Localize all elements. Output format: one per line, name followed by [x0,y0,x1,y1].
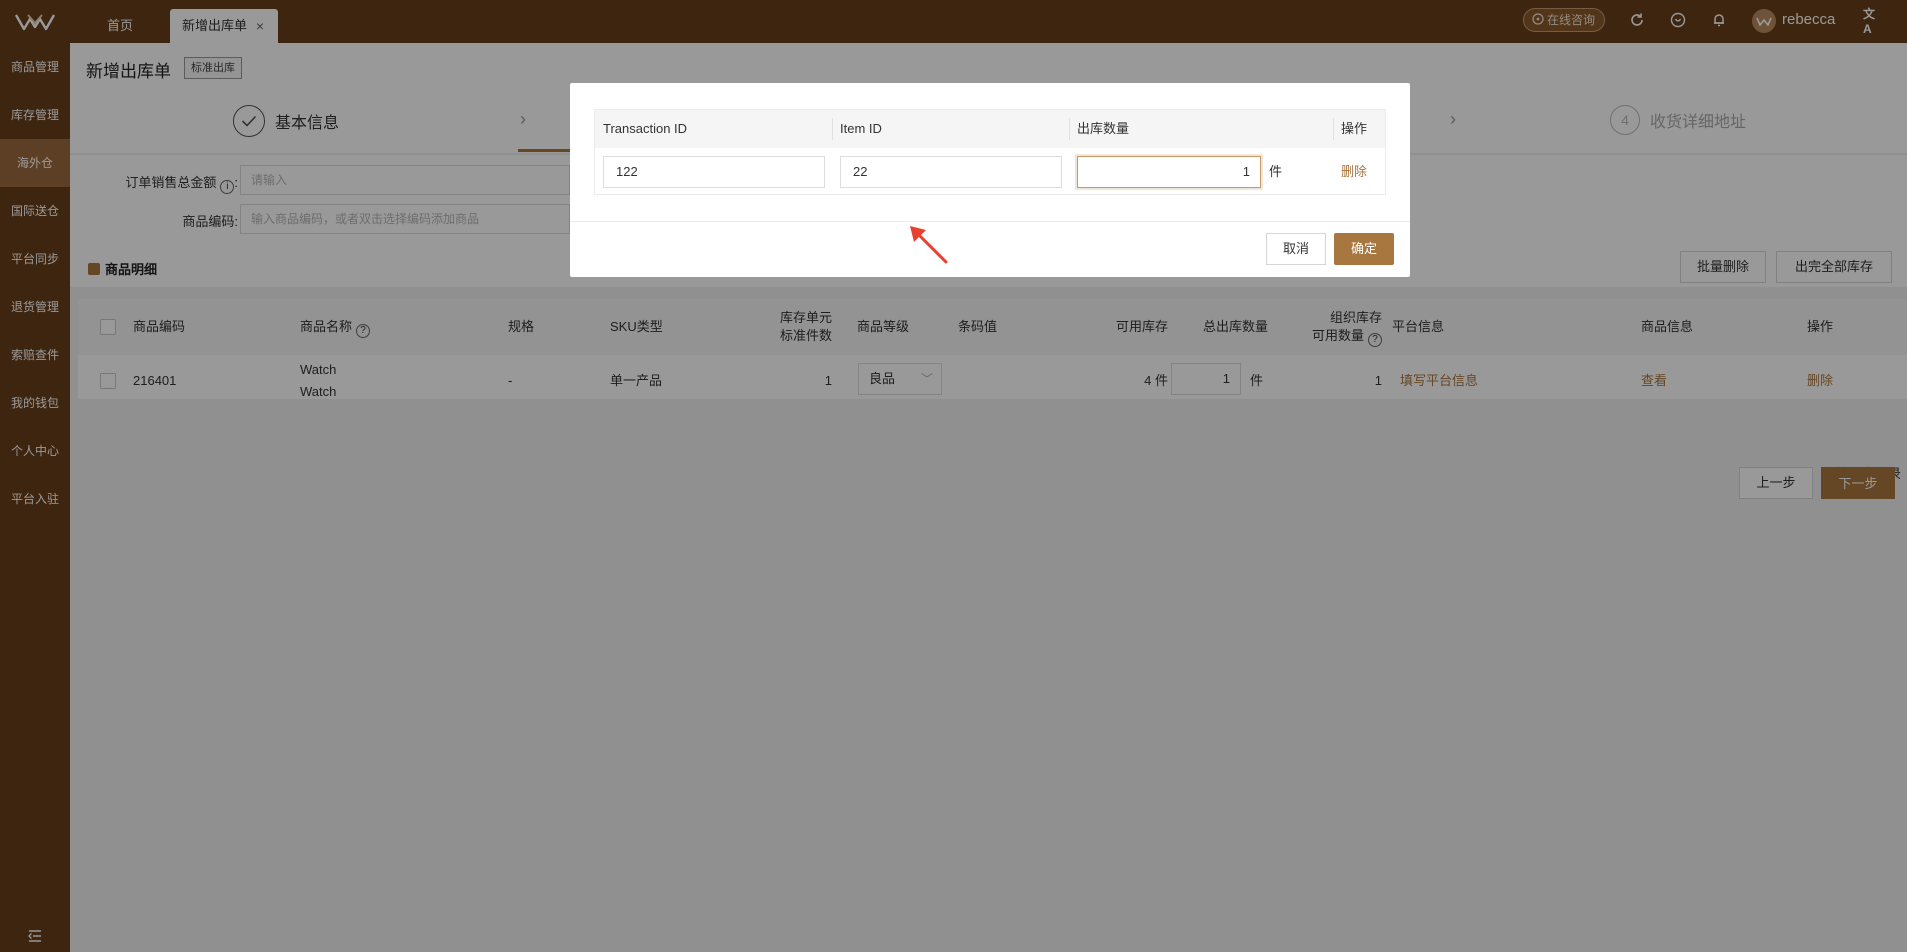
modal-th-action: 操作 [1341,121,1368,136]
outbound-qty-input[interactable]: 1 [1077,156,1261,188]
modal-table: Transaction ID Item ID 出库数量 操作 122 22 1 … [594,109,1386,195]
transaction-id-input[interactable]: 122 [603,156,825,188]
cancel-button[interactable]: 取消 [1266,233,1326,265]
platform-info-modal: Transaction ID Item ID 出库数量 操作 122 22 1 … [570,83,1410,277]
modal-th-item-id: Item ID [840,121,882,136]
modal-delete-link[interactable]: 删除 [1341,156,1367,188]
modal-th-qty: 出库数量 [1077,121,1130,136]
column-divider [832,118,833,140]
column-divider [1333,118,1334,140]
annotation-arrow-icon [910,226,948,264]
modal-table-header: Transaction ID Item ID 出库数量 操作 [595,110,1385,148]
confirm-button[interactable]: 确定 [1334,233,1394,265]
column-divider [1069,118,1070,140]
modal-divider [570,221,1410,222]
modal-th-transaction-id: Transaction ID [603,121,688,136]
qty-unit-label: 件 [1269,164,1283,179]
item-id-input[interactable]: 22 [840,156,1062,188]
